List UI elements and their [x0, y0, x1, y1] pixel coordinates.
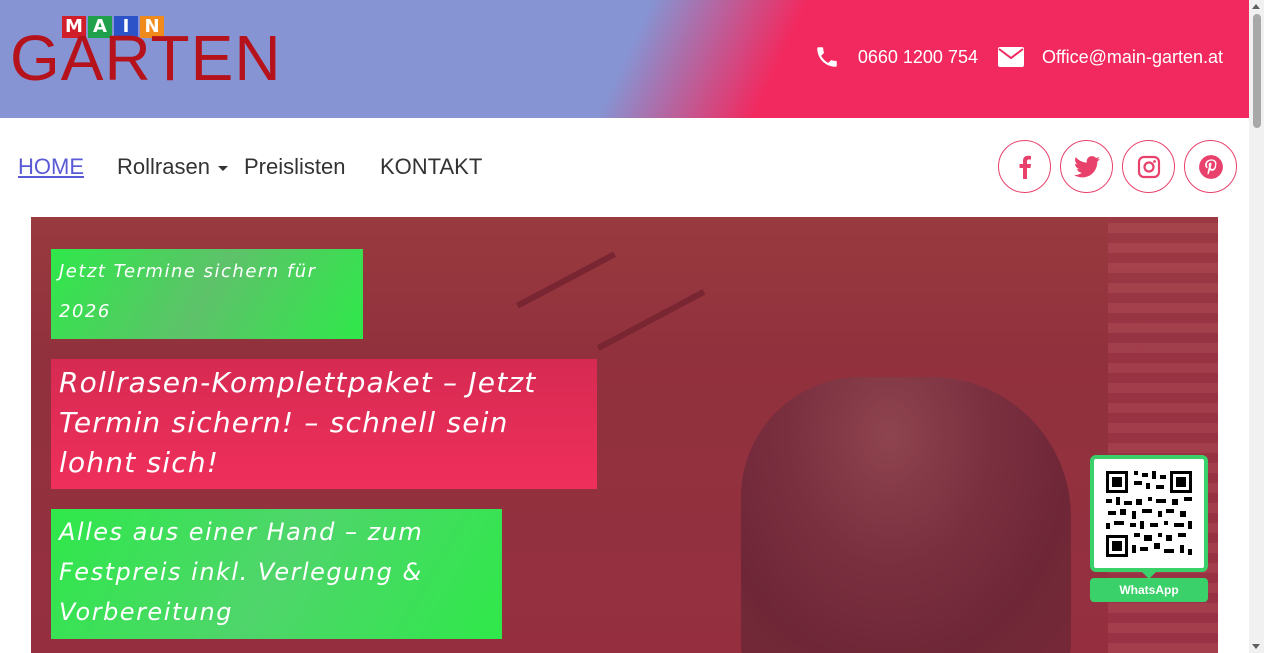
scroll-down-arrow-icon[interactable] [1252, 644, 1260, 649]
nav-home[interactable]: HOME [18, 154, 84, 180]
email-contact[interactable]: Office@main-garten.at [997, 46, 1223, 68]
contact-info: 0660 1200 754 Office@main-garten.at [794, 44, 1223, 70]
hero-badge-termine: Jetzt Termine sichern für 2026 [51, 249, 363, 339]
phone-contact[interactable]: 0660 1200 754 [814, 44, 978, 70]
nav-rollrasen-dropdown[interactable]: Rollrasen [117, 154, 228, 180]
hero-subline: Alles aus einer Hand – zum Festpreis ink… [51, 509, 502, 639]
facebook-link[interactable] [998, 140, 1051, 193]
whatsapp-label[interactable]: WhatsApp [1090, 578, 1208, 602]
email-address: Office@main-garten.at [1041, 46, 1223, 67]
twitter-link[interactable] [1060, 140, 1113, 193]
scroll-up-arrow-icon[interactable] [1252, 4, 1260, 9]
main-garten-logo[interactable]: M A I N GARTEN [10, 14, 281, 94]
pinterest-icon [1198, 154, 1223, 179]
envelope-icon [997, 47, 1024, 67]
nav-kontakt[interactable]: KONTAKT [380, 154, 482, 180]
phone-number: 0660 1200 754 [857, 46, 978, 67]
instagram-link[interactable] [1122, 140, 1175, 193]
nav-preislisten[interactable]: Preislisten [244, 154, 345, 180]
instagram-icon [1137, 155, 1160, 178]
whatsapp-qr-code[interactable] [1090, 455, 1208, 572]
qr-code-icon [1104, 469, 1194, 559]
twitter-icon [1073, 155, 1100, 177]
hero-headline: Rollrasen-Komplettpaket – Jetzt Termin s… [51, 359, 597, 489]
scroll-thumb[interactable] [1253, 14, 1261, 128]
whatsapp-widget[interactable]: WhatsApp [1090, 455, 1208, 603]
header-bar: M A I N GARTEN 0660 1200 754 Office@main… [0, 0, 1249, 118]
phone-icon [817, 47, 837, 67]
pinterest-link[interactable] [1184, 140, 1237, 193]
facebook-icon [1019, 155, 1031, 179]
page-scrollbar[interactable] [1249, 0, 1264, 653]
logo-garten-text: GARTEN [10, 22, 282, 94]
